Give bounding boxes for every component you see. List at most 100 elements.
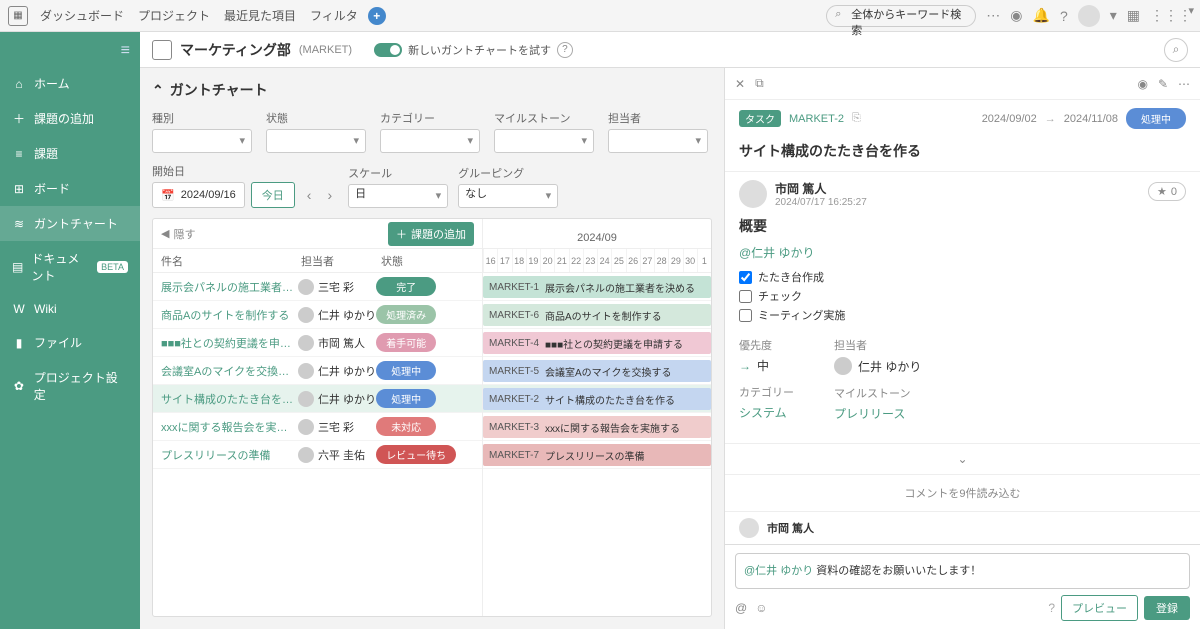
copy-icon[interactable]: ⎘: [852, 112, 861, 125]
load-comments[interactable]: コメントを9件読み込む: [725, 474, 1200, 511]
checkbox[interactable]: [739, 271, 752, 284]
task-row[interactable]: xxxに関する報告会を実施する 三宅 彩 未対応: [153, 413, 482, 441]
assignee-value[interactable]: 仁井 ゆかり: [834, 357, 921, 375]
gantt-bar[interactable]: MARKET-4■■■社との契約更議を申請する: [483, 332, 711, 354]
apps-icon[interactable]: ⋮⋮⋮: [1150, 7, 1192, 24]
sidebar-item-8[interactable]: ✿プロジェクト設定: [0, 360, 140, 412]
task-row[interactable]: 展示会パネルの施工業者を決める 三宅 彩 完了: [153, 273, 482, 301]
task-row[interactable]: サイト構成のたたき台を作る 仁井 ゆかり 処理中: [153, 385, 482, 413]
emoji-icon[interactable]: ☺: [755, 601, 767, 615]
user-avatar[interactable]: [1078, 5, 1100, 27]
help-icon[interactable]: ?: [557, 42, 573, 58]
comment-textarea[interactable]: @仁井 ゆかり 資料の確認をお願いいたします！: [735, 553, 1190, 589]
checkbox[interactable]: [739, 309, 752, 322]
gantt-bar[interactable]: MARKET-7プレスリリースの準備: [483, 444, 711, 466]
filter-select-0[interactable]: [152, 129, 252, 153]
task-row[interactable]: 会議室Aのマイクを交換する 仁井 ゆかり 処理中: [153, 357, 482, 385]
mention-icon[interactable]: @: [735, 601, 747, 615]
more-icon[interactable]: ⋯: [1178, 77, 1190, 91]
watch-icon[interactable]: ◉: [1137, 77, 1147, 91]
submit-button[interactable]: 登録: [1144, 596, 1190, 620]
more-icon[interactable]: ⋯: [986, 7, 1000, 24]
task-name[interactable]: プレスリリースの準備: [161, 447, 298, 463]
category-value[interactable]: システム: [739, 404, 794, 421]
nav-dashboard[interactable]: ダッシュボード: [40, 7, 124, 24]
task-status[interactable]: 処理中: [376, 389, 436, 408]
gantt-bar[interactable]: MARKET-6商品Aのサイトを制作する: [483, 304, 711, 326]
task-row[interactable]: プレスリリースの準備 六平 圭佑 レビュー待ち: [153, 441, 482, 469]
today-button[interactable]: 今日: [251, 182, 295, 208]
task-name[interactable]: 展示会パネルの施工業者を決める: [161, 279, 298, 295]
sidebar-item-2[interactable]: ≡課題: [0, 136, 140, 171]
gantt-bar[interactable]: MARKET-3xxxに関する報告会を実施する: [483, 416, 711, 438]
sidebar-item-4[interactable]: ≋ガントチャート: [0, 206, 140, 241]
add-issue-button[interactable]: ＋ 課題の追加: [388, 222, 474, 246]
collapse-icon[interactable]: ⌃: [152, 82, 164, 99]
status-pill[interactable]: 処理中: [1126, 108, 1186, 129]
task-status[interactable]: 処理中: [376, 361, 436, 380]
task-name[interactable]: ■■■社との契約更議を申請する: [161, 335, 298, 351]
milestone-value[interactable]: プレリリース: [834, 405, 921, 422]
gantt-bar[interactable]: MARKET-1展示会パネルの施工業者を決める: [483, 276, 711, 298]
filter-select-3[interactable]: [494, 129, 594, 153]
day-cell: 24: [597, 249, 611, 272]
sidebar-item-3[interactable]: ⊞ボード: [0, 171, 140, 206]
task-status[interactable]: 完了: [376, 277, 436, 296]
close-icon[interactable]: ✕: [735, 77, 745, 91]
gantt-bar[interactable]: MARKET-5会議室Aのマイクを交換する: [483, 360, 711, 382]
task-status[interactable]: レビュー待ち: [376, 445, 456, 464]
filter-select-4[interactable]: [608, 129, 708, 153]
task-name[interactable]: xxxに関する報告会を実施する: [161, 419, 298, 435]
new-gantt-toggle[interactable]: 新しいガントチャートを試す ?: [374, 42, 573, 58]
task-status[interactable]: 未対応: [376, 417, 436, 436]
star-count[interactable]: ★ 0: [1148, 182, 1186, 201]
start-date-input[interactable]: 📅 2024/09/16: [152, 182, 245, 208]
expand-icon[interactable]: ⌄: [725, 443, 1200, 474]
checkbox[interactable]: [739, 290, 752, 303]
org-icon[interactable]: ▦: [1127, 7, 1140, 24]
help-icon[interactable]: ?: [1048, 601, 1055, 615]
nav-projects[interactable]: プロジェクト: [138, 7, 210, 24]
task-name[interactable]: 会議室Aのマイクを交換する: [161, 363, 298, 379]
nav-recent[interactable]: 最近見た項目: [224, 7, 296, 24]
checklist-item[interactable]: ミーティング実施: [739, 307, 1186, 323]
add-button[interactable]: +: [368, 7, 386, 25]
caret-icon[interactable]: ▾: [1110, 7, 1117, 24]
task-name[interactable]: 商品Aのサイトを制作する: [161, 307, 298, 323]
task-status[interactable]: 着手可能: [376, 333, 436, 352]
checklist-item[interactable]: たたき台作成: [739, 269, 1186, 285]
sidebar-item-5[interactable]: ▤ドキュメントBETA: [0, 241, 140, 293]
toggle-switch[interactable]: [374, 43, 402, 57]
task-row[interactable]: ■■■社との契約更議を申請する 市岡 篤人 着手可能: [153, 329, 482, 357]
help-icon[interactable]: ?: [1060, 8, 1068, 24]
popout-icon[interactable]: ⧉: [755, 76, 764, 91]
scale-select[interactable]: 日: [348, 184, 448, 208]
preview-button[interactable]: プレビュー: [1061, 595, 1138, 621]
issue-key[interactable]: MARKET-2: [789, 113, 844, 125]
sidebar-item-7[interactable]: ▮ファイル: [0, 325, 140, 360]
nav-filter[interactable]: フィルタ: [310, 7, 358, 24]
search-icon[interactable]: ⌕: [1164, 38, 1188, 62]
priority-value[interactable]: → 中: [739, 357, 794, 374]
next-icon[interactable]: ›: [321, 183, 338, 207]
task-status[interactable]: 処理済み: [376, 305, 436, 324]
edit-icon[interactable]: ✎: [1158, 77, 1168, 91]
mention[interactable]: @仁井 ゆかり: [739, 244, 1186, 261]
sidebar-item-6[interactable]: WWiki: [0, 293, 140, 325]
sidebar-item-0[interactable]: ⌂ホーム: [0, 66, 140, 101]
hide-button[interactable]: ◀ 隠す: [161, 226, 195, 242]
global-search[interactable]: 全体からキーワード検索: [826, 5, 976, 27]
task-row[interactable]: 商品Aのサイトを制作する 仁井 ゆかり 処理済み: [153, 301, 482, 329]
prev-icon[interactable]: ‹: [301, 183, 318, 207]
checklist-item[interactable]: チェック: [739, 288, 1186, 304]
task-name[interactable]: サイト構成のたたき台を作る: [161, 391, 298, 407]
eye-icon[interactable]: ◉: [1010, 7, 1022, 24]
sidebar-item-1[interactable]: ＋課題の追加: [0, 101, 140, 136]
filter-select-1[interactable]: [266, 129, 366, 153]
gantt-bar[interactable]: MARKET-2サイト構成のたたき台を作る: [483, 388, 711, 410]
burger-icon[interactable]: ≡: [0, 36, 140, 66]
bell-icon[interactable]: 🔔: [1033, 7, 1050, 24]
filter-select-2[interactable]: [380, 129, 480, 153]
group-select[interactable]: なし: [458, 184, 558, 208]
app-logo[interactable]: ▦: [8, 6, 28, 26]
